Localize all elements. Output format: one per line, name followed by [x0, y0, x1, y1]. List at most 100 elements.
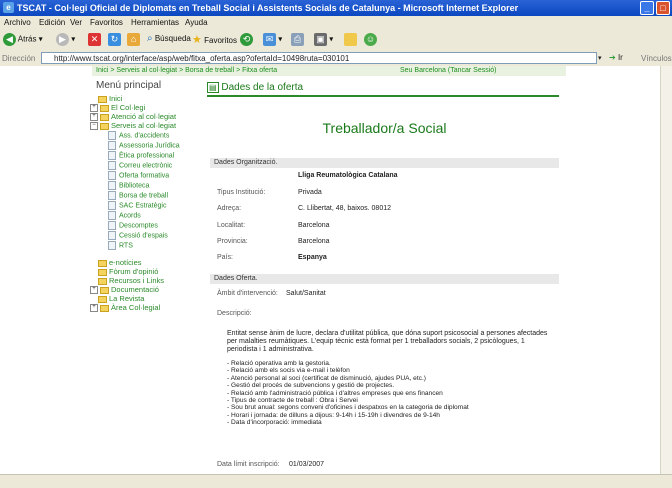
menu-item-area-collegial[interactable]: + Àrea Col·legial: [90, 303, 160, 313]
expand-icon[interactable]: +: [90, 304, 98, 313]
messenger-button[interactable]: ☺: [364, 33, 377, 47]
menu-item-label: Serveis al col·legiat: [111, 121, 177, 130]
home-button[interactable]: ⌂: [127, 33, 140, 47]
menu-title: Menú principal: [96, 80, 162, 91]
menu-item-label: Atenció al col·legiat: [111, 112, 177, 121]
back-button[interactable]: ◀ Atrás ▾: [3, 33, 43, 47]
refresh-button[interactable]: ↻: [108, 33, 121, 47]
submenu-label: Correu electrònic: [119, 162, 173, 170]
favorites-button[interactable]: ★ Favoritos: [192, 33, 237, 47]
document-icon: [108, 171, 116, 180]
field-value: C. Llibertat, 48, baixos. 08012: [298, 205, 392, 212]
document-icon: [108, 211, 116, 220]
menu-item-inici[interactable]: Inici: [98, 94, 122, 103]
menu-item-recursos[interactable]: Recursos i Links: [98, 276, 164, 285]
folder-icon: [98, 277, 107, 285]
menu-ayuda[interactable]: Ayuda: [185, 18, 208, 27]
menu-item-revista[interactable]: La Revista: [98, 294, 144, 303]
menu-item-documentacio[interactable]: + Documentació: [90, 285, 159, 295]
menu-item-label: Inici: [109, 94, 123, 103]
folder-icon: [100, 113, 109, 121]
document-icon: [108, 151, 116, 160]
document-icon: [108, 191, 116, 200]
submenu-label: Oferta formativa: [119, 172, 170, 180]
offer-band: Dades Oferta.: [210, 274, 559, 284]
address-dropdown-icon[interactable]: ▾: [598, 54, 602, 62]
history-button[interactable]: ⟲: [240, 33, 253, 47]
submenu-item-rts[interactable]: RTS: [108, 241, 133, 250]
section-expand-icon[interactable]: ▤: [207, 82, 219, 93]
description-paragraph: Entitat sense ànim de lucre, declara d'u…: [227, 330, 548, 353]
submenu-item-sac[interactable]: SAC Estratègic: [108, 201, 166, 210]
org-band: Dades Organització.: [210, 158, 559, 168]
address-bar: Dirección http://www.tscat.org/interface…: [0, 51, 672, 66]
menu-item-label: Documentació: [111, 285, 159, 294]
back-arrow-icon: ◀: [3, 33, 16, 46]
menu-ver[interactable]: Ver: [70, 18, 82, 27]
collapse-icon[interactable]: −: [90, 122, 98, 131]
menu-item-serveis[interactable]: − Serveis al col·legiat: [90, 121, 177, 131]
submenu-item-descomptes[interactable]: Descomptes: [108, 221, 158, 230]
list-item: - Tipus de contracte de treball : Obra i…: [227, 397, 358, 405]
open-folder-icon: [100, 122, 109, 130]
submenu-label: Assessoria Jurídica: [119, 142, 180, 150]
forward-button[interactable]: ▶ ▾: [56, 33, 75, 47]
go-button[interactable]: ➔ Ir: [609, 53, 623, 62]
mail-icon: ✉: [263, 33, 276, 46]
submenu-item-accidents[interactable]: Ass. d'accidents: [108, 131, 169, 140]
menu-item-enoticies[interactable]: e-notícies: [98, 258, 142, 267]
folder-icon: [100, 104, 109, 112]
submenu-item-etica[interactable]: Ètica professional: [108, 151, 174, 160]
expand-icon[interactable]: +: [90, 113, 98, 122]
job-title: Treballador/a Social: [322, 120, 447, 136]
menu-item-label: El Col·legi: [111, 103, 146, 112]
submenu-item-cessio[interactable]: Cessió d'espais: [108, 231, 168, 240]
list-item: - Relació amb l'administració pública i …: [227, 389, 443, 397]
vertical-scrollbar[interactable]: [660, 66, 672, 474]
submenu-item-acords[interactable]: Acords: [108, 211, 141, 220]
field-value: Espanya: [298, 254, 327, 261]
menu-favoritos[interactable]: Favoritos: [90, 18, 123, 27]
expand-icon[interactable]: +: [90, 286, 98, 295]
session-link[interactable]: Seu Barcelona (Tancar Sessió): [400, 66, 497, 76]
stop-button[interactable]: ✕: [88, 33, 101, 47]
submenu-item-borsa-treball[interactable]: Borsa de treball: [108, 191, 168, 200]
menu-item-el-collegi[interactable]: + El Col·legi: [90, 103, 146, 113]
field-value: Privada: [298, 189, 322, 196]
edit-button[interactable]: ▣ ▾: [314, 33, 333, 47]
menu-item-label: e-notícies: [109, 258, 142, 267]
submenu-label: Cessió d'espais: [119, 232, 168, 240]
submenu-item-oferta-formativa[interactable]: Oferta formativa: [108, 171, 169, 180]
go-arrow-icon: ➔: [609, 53, 616, 62]
submenu-item-biblioteca[interactable]: Biblioteca: [108, 181, 149, 190]
menu-item-atencio[interactable]: + Atenció al col·legiat: [90, 112, 177, 122]
web-page: Inici > Serveis al col·legiat > Borsa de…: [0, 66, 672, 474]
favorites-label: Favoritos: [204, 36, 238, 45]
ie-logo-icon: e: [3, 2, 14, 13]
menu-archivo[interactable]: Archivo: [4, 18, 31, 27]
document-icon: [108, 141, 116, 150]
field-value: Barcelona: [298, 238, 330, 245]
messenger-icon: ☺: [364, 33, 377, 46]
print-button[interactable]: ⎙: [291, 33, 304, 47]
forward-arrow-icon: ▶: [56, 33, 69, 46]
address-label: Dirección: [2, 54, 36, 63]
folder-icon: [344, 33, 357, 46]
folder-button[interactable]: [344, 33, 357, 47]
search-button[interactable]: ⌕ Búsqueda: [147, 33, 191, 47]
field-label: País:: [217, 254, 233, 261]
menu-herramientas[interactable]: Herramientas: [131, 18, 179, 27]
mail-button[interactable]: ✉ ▾: [263, 33, 282, 47]
description-label: Descripció:: [217, 310, 252, 317]
menu-item-forum[interactable]: Fòrum d'opinió: [98, 267, 158, 276]
submenu-item-correu[interactable]: Correu electrònic: [108, 161, 172, 170]
address-input[interactable]: http://www.tscat.org/interface/asp/web/f…: [41, 52, 597, 64]
expand-icon[interactable]: +: [90, 104, 98, 113]
links-label[interactable]: Vínculos: [641, 54, 672, 63]
maximize-button[interactable]: □: [656, 1, 670, 15]
menu-edicion[interactable]: Edición: [39, 18, 65, 27]
field-label: Localitat:: [217, 222, 246, 229]
submenu-item-assessoria[interactable]: Assessoria Jurídica: [108, 141, 180, 150]
minimize-button[interactable]: _: [640, 1, 654, 15]
search-label: Búsqueda: [154, 34, 191, 43]
